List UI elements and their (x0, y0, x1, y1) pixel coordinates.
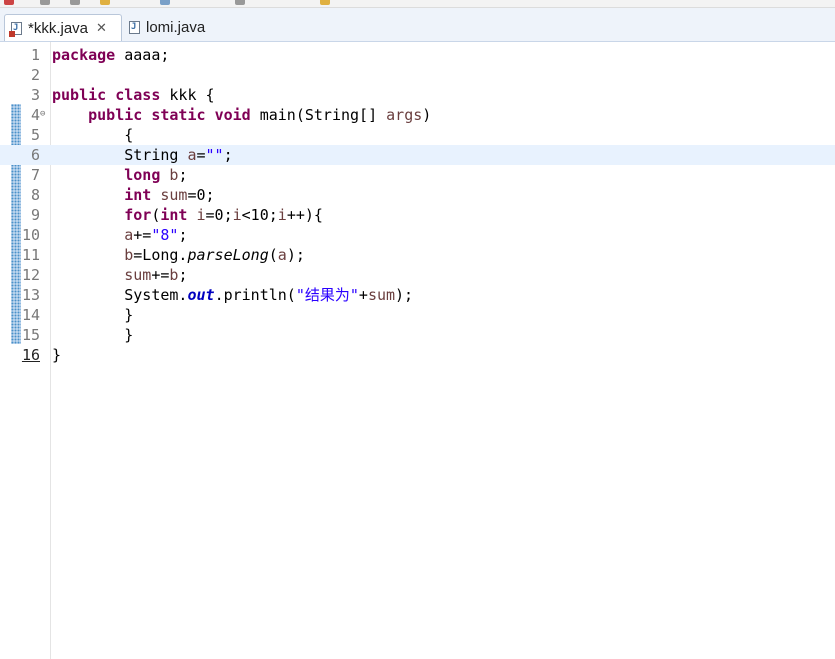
tab-lomi-java[interactable]: J lomi.java (123, 14, 223, 41)
toolbar-icon[interactable] (100, 0, 110, 5)
code-line[interactable]: 1 package aaaa; (0, 45, 835, 65)
line-number: 4 (30, 106, 40, 124)
code-line[interactable]: 9 for(int i=0;i<10;i++){ (0, 205, 835, 225)
editor-tab-bar: J *kkk.java ✕ J lomi.java (0, 8, 835, 42)
code-text: sum+=b; (124, 266, 188, 284)
line-number: 13 (21, 286, 40, 304)
code-line[interactable]: 2 (0, 65, 835, 85)
code-text: package aaaa; (52, 46, 170, 64)
toolbar-strip (0, 0, 835, 8)
code-line[interactable]: 11 b=Long.parseLong(a); (0, 245, 835, 265)
code-text: String a=""; (52, 146, 233, 164)
java-file-icon: J (129, 21, 140, 34)
line-number: 7 (30, 166, 40, 184)
line-number: 2 (30, 66, 40, 84)
line-number: 1 (30, 46, 40, 64)
code-text: } (52, 326, 134, 344)
toolbar-icon[interactable] (70, 0, 80, 5)
code-text: long b; (124, 166, 188, 184)
toolbar-icon[interactable] (160, 0, 170, 5)
code-line[interactable]: 8 int sum=0; (0, 185, 835, 205)
toolbar-icon[interactable] (320, 0, 330, 5)
code-line[interactable]: 4 ⊖ public static void main(String[] args… (0, 105, 835, 125)
line-number: 14 (21, 306, 40, 324)
code-line[interactable]: 7 long b; (0, 165, 835, 185)
code-line[interactable]: 13 System.out.println("结果为"+sum); (0, 285, 835, 305)
code-text: public static void main(String[] args) (88, 106, 432, 124)
java-file-error-icon: J (9, 21, 22, 37)
code-text: b=Long.parseLong(a); (124, 246, 305, 264)
toolbar-icon[interactable] (40, 0, 50, 5)
code-line[interactable]: 15 } (0, 325, 835, 345)
line-number: 15 (21, 326, 40, 344)
code-text: System.out.println("结果为"+sum); (52, 286, 414, 304)
code-line[interactable]: 12 sum+=b; (0, 265, 835, 285)
toolbar-icon[interactable] (235, 0, 245, 5)
code-text: { (52, 126, 134, 144)
line-number: 16 (21, 346, 40, 364)
code-text: } (52, 346, 62, 364)
line-number: 10 (21, 226, 40, 244)
line-number: 11 (21, 246, 40, 264)
code-line[interactable]: 10 a+="8"; (0, 225, 835, 245)
code-line[interactable]: 5 { (0, 125, 835, 145)
tab-label: lomi.java (146, 19, 206, 36)
code-text: for(int i=0;i<10;i++){ (124, 206, 323, 224)
toolbar-icon[interactable] (4, 0, 14, 5)
tab-kkk-java[interactable]: J *kkk.java ✕ (4, 14, 122, 41)
code-line[interactable]: 14 } (0, 305, 835, 325)
fold-collapse-icon[interactable]: ⊖ (40, 110, 45, 119)
line-number: 3 (30, 86, 40, 104)
code-text: } (52, 306, 134, 324)
code-text: a+="8"; (124, 226, 188, 244)
line-number: 9 (30, 206, 40, 224)
line-number: 6 (30, 146, 40, 164)
code-text: int sum=0; (124, 186, 215, 204)
code-line[interactable]: 16} (0, 345, 835, 365)
code-line[interactable]: 3 public class kkk { (0, 85, 835, 105)
code-line[interactable]: 6 String a=""; (0, 145, 835, 165)
code-text: public class kkk { (52, 86, 215, 104)
line-number: 8 (30, 186, 40, 204)
line-number: 5 (30, 126, 40, 144)
tab-label: *kkk.java (28, 19, 89, 37)
code-editor[interactable]: 1 package aaaa; 2 3 public class kkk {4 ⊖ pub… (0, 42, 835, 659)
line-number: 12 (21, 266, 40, 284)
close-icon[interactable]: ✕ (96, 20, 107, 36)
